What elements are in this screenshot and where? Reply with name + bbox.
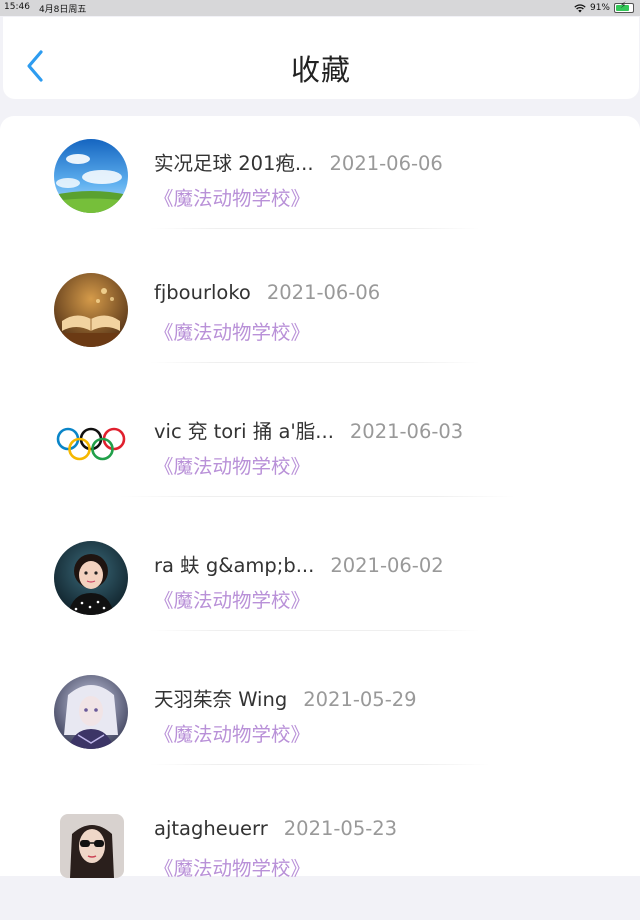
- item-book[interactable]: 《魔法动物学校》: [154, 316, 310, 345]
- item-book[interactable]: 《魔法动物学校》: [154, 584, 310, 613]
- page-title: 收藏: [290, 53, 351, 87]
- item-title: 实况足球 201疱... 2021-06-06: [154, 147, 443, 176]
- battery-percent: 91%: [589, 3, 610, 13]
- divider: [150, 228, 480, 229]
- list-item[interactable]: 实况足球 201疱... 2021-06-06 《魔法动物学校》: [0, 116, 640, 250]
- list-item[interactable]: vic 兗 tori 捅 a'脂... 2021-06-03 《魔法动物学校》: [0, 384, 640, 518]
- woman-sunglasses-icon: [60, 814, 124, 878]
- item-name: ajtagheuerr: [154, 817, 268, 840]
- avatar: [54, 407, 128, 481]
- avatar: [60, 814, 124, 878]
- item-book[interactable]: 《魔法动物学校》: [154, 182, 310, 211]
- avatar: [54, 139, 128, 213]
- item-date: 2021-06-06: [329, 152, 443, 175]
- item-name: vic 兗 tori 捅 a'脂...: [154, 420, 334, 443]
- sky-landscape-icon: [54, 139, 128, 213]
- item-date: 2021-06-03: [349, 420, 464, 443]
- wifi-icon: [574, 3, 586, 12]
- olympic-rings-icon: [54, 407, 128, 481]
- list-item[interactable]: fjbourloko 2021-06-06 《魔法动物学校》: [0, 250, 640, 384]
- charging-icon: ⚡: [620, 1, 627, 11]
- status-time: 15:46: [4, 1, 30, 12]
- item-book[interactable]: 《魔法动物学校》: [154, 718, 310, 747]
- avatar: [54, 541, 128, 615]
- item-title: 天羽茱奈 Wing 2021-05-29: [154, 683, 417, 712]
- divider: [150, 630, 480, 631]
- open-book-icon: [54, 273, 128, 347]
- item-book[interactable]: 《魔法动物学校》: [154, 450, 310, 479]
- item-name: fjbourloko: [154, 281, 251, 304]
- avatar: [54, 273, 128, 347]
- favorites-list: 实况足球 201疱... 2021-06-06 《魔法动物学校》 fjbourlo…: [0, 116, 640, 880]
- item-date: 2021-06-02: [330, 554, 444, 577]
- list-item[interactable]: ra 蚨 g&amp;b... 2021-06-02 《魔法动物学校》: [0, 518, 640, 652]
- item-title: ajtagheuerr 2021-05-23: [154, 817, 397, 840]
- item-date: 2021-05-29: [303, 688, 417, 711]
- item-name: ra 蚨 g&amp;b...: [154, 554, 315, 577]
- navigation-bar: 收藏: [3, 17, 639, 99]
- divider: [150, 764, 490, 765]
- status-bar: 15:46 4月8日周五 91% ⚡: [0, 0, 640, 16]
- item-date: 2021-06-06: [266, 281, 381, 304]
- status-date: 4月8日周五: [38, 4, 87, 15]
- item-title: ra 蚨 g&amp;b... 2021-06-02: [154, 549, 444, 578]
- item-book[interactable]: 《魔法动物学校》: [154, 852, 310, 881]
- child-photo-icon: [54, 541, 128, 615]
- item-name: 天羽茱奈 Wing: [154, 688, 288, 711]
- item-title: vic 兗 tori 捅 a'脂... 2021-06-03: [154, 415, 463, 444]
- item-name: 实况足球 201疱...: [154, 152, 314, 175]
- list-item[interactable]: ajtagheuerr 2021-05-23 《魔法动物学校》: [0, 786, 640, 920]
- anime-girl-icon: [54, 675, 128, 749]
- item-title: fjbourloko 2021-06-06: [154, 281, 380, 304]
- avatar: [54, 675, 128, 749]
- list-item[interactable]: 天羽茱奈 Wing 2021-05-29 《魔法动物学校》: [0, 652, 640, 786]
- battery-icon: ⚡: [614, 1, 634, 13]
- divider: [150, 362, 480, 363]
- item-date: 2021-05-23: [283, 817, 398, 840]
- divider: [120, 496, 515, 497]
